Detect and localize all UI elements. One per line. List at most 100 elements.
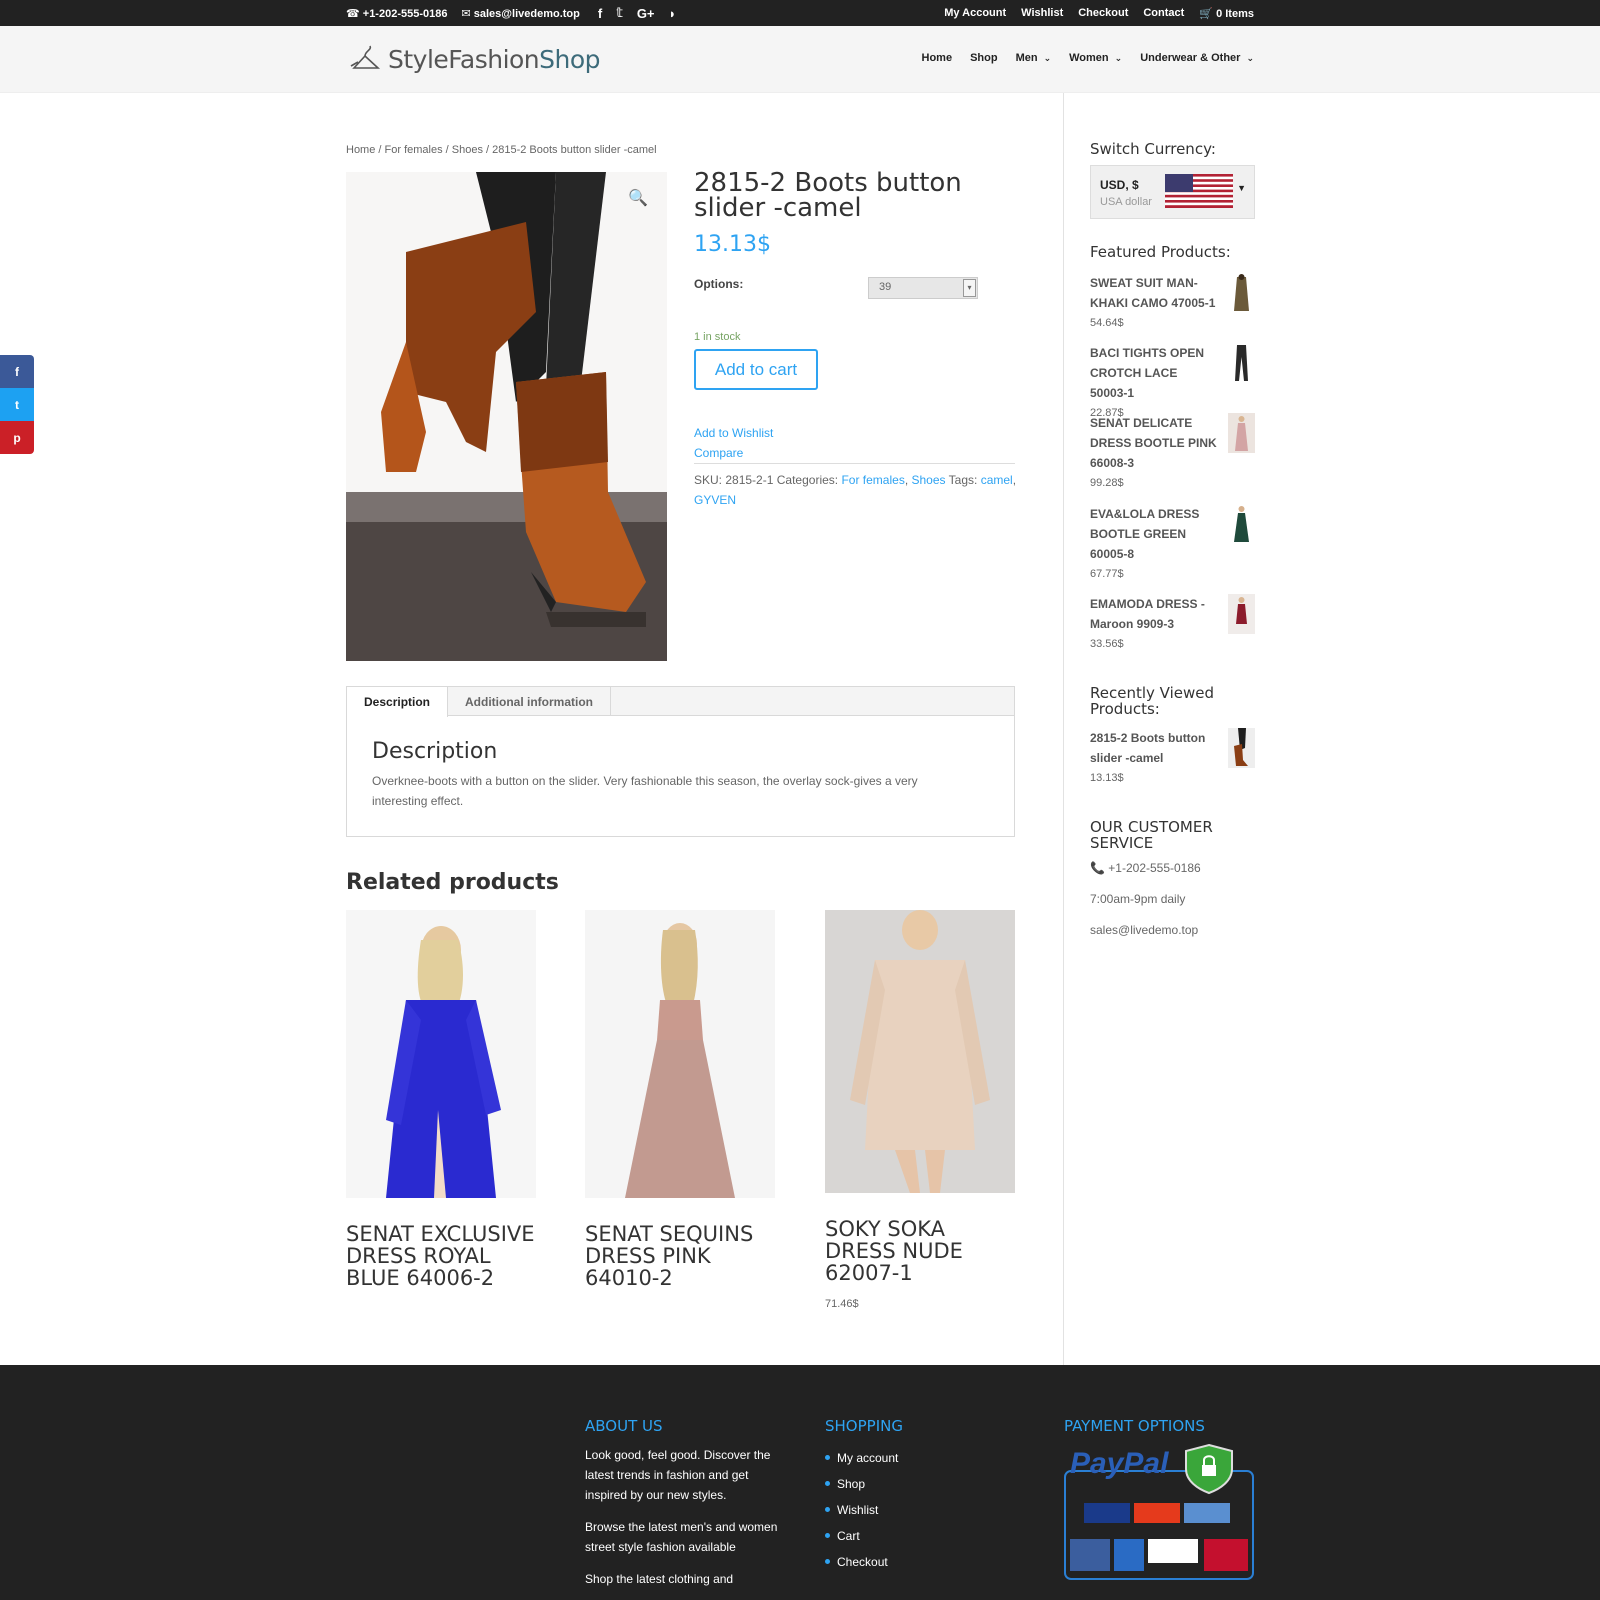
nav-underwear-other[interactable]: Underwear & Other ⌄: [1140, 52, 1254, 64]
featured-product-thumbnail: [1228, 504, 1255, 544]
related-product-name[interactable]: SENAT SEQUINS DRESS PINK 64010-2: [585, 1223, 775, 1289]
paypal-payment-badge: PayPal: [1064, 1443, 1254, 1580]
featured-product-item[interactable]: EMAMODA DRESS - Maroon 9909-3 33.56$: [1090, 594, 1255, 654]
category-link-shoes[interactable]: Shoes: [912, 473, 946, 487]
compare-link[interactable]: Compare: [694, 446, 743, 460]
nav-men-label: Men: [1015, 52, 1038, 64]
related-product-name[interactable]: SENAT EXCLUSIVE DRESS ROYAL BLUE 64006-2: [346, 1223, 536, 1289]
service-phone[interactable]: 📞 +1-202-555-0186: [1090, 861, 1201, 875]
twitter-icon[interactable]: 𝕥: [616, 5, 623, 21]
footer-link-shop[interactable]: Shop: [825, 1471, 1025, 1497]
featured-product-thumbnail: [1228, 273, 1255, 313]
nav-home[interactable]: Home: [922, 52, 953, 64]
featured-product-name[interactable]: EVA&LOLA DRESS BOOTLE GREEN 60005-8: [1090, 504, 1218, 564]
recently-viewed-name[interactable]: 2815-2 Boots button slider -camel: [1090, 728, 1218, 768]
nav-shop[interactable]: Shop: [970, 52, 998, 64]
featured-products-heading: Featured Products:: [1090, 243, 1231, 261]
featured-product-thumbnail: [1228, 594, 1255, 634]
tab-bar: Description Additional information: [347, 687, 1014, 717]
featured-product-item[interactable]: SENAT DELICATE DRESS BOOTLE PINK 66008-3…: [1090, 413, 1255, 493]
cart-link[interactable]: 🛒 0 Items: [1199, 7, 1254, 20]
footer-payment-heading: PAYMENT OPTIONS: [1064, 1417, 1205, 1435]
add-to-cart-button[interactable]: Add to cart: [694, 349, 818, 390]
nav-women-label: Women: [1069, 52, 1109, 64]
cart-icon: 🛒: [1199, 7, 1214, 20]
logo-hanger-icon: [350, 45, 381, 69]
top-link-contact[interactable]: Contact: [1143, 7, 1184, 19]
switch-currency-heading: Switch Currency:: [1090, 140, 1216, 158]
chevron-down-icon: ⌄: [1043, 52, 1052, 63]
caret-down-icon: ▼: [1237, 183, 1246, 193]
customer-service-heading: OUR CUSTOMER SERVICE: [1090, 818, 1213, 852]
facebook-icon[interactable]: f: [598, 6, 602, 21]
featured-product-name[interactable]: EMAMODA DRESS - Maroon 9909-3: [1090, 594, 1218, 634]
options-selected-value: 39: [879, 281, 892, 293]
featured-product-item[interactable]: EVA&LOLA DRESS BOOTLE GREEN 60005-8 67.7…: [1090, 504, 1255, 584]
product-meta: SKU: 2815-2-1 Categories: For females, S…: [694, 473, 1017, 507]
related-products-heading: Related products: [346, 870, 559, 895]
chevron-down-icon: ⌄: [1114, 52, 1123, 63]
related-product-image: [825, 910, 1015, 1193]
nav-women[interactable]: Women ⌄: [1069, 52, 1122, 64]
related-product-card[interactable]: SOKY SOKA DRESS NUDE 62007-1 71.46$: [825, 910, 1015, 1310]
share-facebook-icon[interactable]: f: [0, 355, 34, 388]
featured-product-name[interactable]: SWEAT SUIT MAN-KHAKI CAMO 47005-1: [1090, 273, 1218, 313]
featured-product-item[interactable]: SWEAT SUIT MAN-KHAKI CAMO 47005-1 54.64$: [1090, 273, 1255, 333]
meta-divider: [694, 463, 1015, 464]
product-tabs: Description Additional information Descr…: [346, 686, 1015, 837]
select-arrow-icon: ▾: [963, 279, 976, 297]
tab-panel-heading: Description: [372, 739, 498, 764]
footer-link-wishlist[interactable]: Wishlist: [825, 1497, 1025, 1523]
tab-additional-information[interactable]: Additional information: [448, 687, 612, 716]
featured-product-name[interactable]: BACI TIGHTS OPEN CROTCH LACE 50003-1: [1090, 343, 1218, 403]
tab-description[interactable]: Description: [347, 687, 449, 717]
sku-label: SKU:: [694, 473, 723, 487]
share-pinterest-icon[interactable]: p: [0, 421, 34, 454]
featured-product-price: 54.64$: [1090, 317, 1124, 329]
top-link-wishlist[interactable]: Wishlist: [1021, 7, 1063, 19]
chevron-down-icon: ⌄: [1246, 52, 1254, 63]
currency-switcher[interactable]: USD, $ USA dollar ▼: [1090, 165, 1255, 219]
footer-shopping-list: My account Shop Wishlist Cart Checkout: [825, 1445, 1025, 1575]
service-email[interactable]: sales@livedemo.top: [1090, 923, 1198, 937]
product-title: 2815-2 Boots button slider -camel: [694, 168, 962, 223]
phone-contact[interactable]: ☎ +1-202-555-0186: [346, 7, 447, 20]
tag-link-camel[interactable]: camel: [981, 473, 1013, 487]
google-plus-icon[interactable]: G+: [637, 6, 655, 21]
product-image[interactable]: [346, 172, 667, 661]
categories-label: Categories:: [776, 473, 839, 487]
featured-product-thumbnail: [1228, 413, 1255, 453]
category-link-for-females[interactable]: For females: [841, 473, 904, 487]
phone-text: +1-202-555-0186: [362, 7, 448, 20]
top-link-my-account[interactable]: My Account: [944, 7, 1006, 19]
nav-home-label: Home: [921, 52, 953, 64]
featured-product-name[interactable]: SENAT DELICATE DRESS BOOTLE PINK 66008-3: [1090, 413, 1218, 473]
tag-link-gyven[interactable]: GYVEN: [694, 493, 736, 507]
add-to-wishlist-link[interactable]: Add to Wishlist: [694, 426, 773, 440]
zoom-magnifier-icon[interactable]: 🔍: [628, 188, 648, 208]
featured-product-item[interactable]: BACI TIGHTS OPEN CROTCH LACE 50003-1 22.…: [1090, 343, 1255, 423]
footer-about-text-1: Look good, feel good. Discover the lates…: [585, 1448, 771, 1502]
top-link-checkout[interactable]: Checkout: [1078, 7, 1128, 19]
related-product-image: [585, 910, 775, 1198]
footer-about-text-2: Browse the latest men's and women street…: [585, 1520, 778, 1554]
footer-link-checkout[interactable]: Checkout: [825, 1549, 1025, 1575]
email-text: sales@livedemo.top: [473, 7, 580, 20]
related-product-name[interactable]: SOKY SOKA DRESS NUDE 62007-1: [825, 1218, 1015, 1284]
sku-value: 2815-2-1: [725, 473, 774, 487]
email-contact[interactable]: ✉ sales@livedemo.top: [461, 7, 579, 20]
share-twitter-icon[interactable]: t: [0, 388, 34, 421]
top-bar: ☎ +1-202-555-0186 ✉ sales@livedemo.top f…: [0, 0, 1600, 26]
breadcrumb[interactable]: Home / For females / Shoes / 2815-2 Boot…: [346, 144, 657, 156]
nav-men[interactable]: Men ⌄: [1016, 52, 1052, 64]
boots-photo: [346, 172, 667, 661]
rss-icon[interactable]: ◗: [669, 6, 677, 21]
stock-status: 1 in stock: [694, 331, 741, 343]
footer-link-my-account[interactable]: My account: [825, 1445, 1025, 1471]
footer-link-cart[interactable]: Cart: [825, 1523, 1025, 1549]
related-product-card[interactable]: SENAT EXCLUSIVE DRESS ROYAL BLUE 64006-2: [346, 910, 536, 1289]
recently-viewed-item[interactable]: 2815-2 Boots button slider -camel 13.13$: [1090, 728, 1255, 788]
options-select[interactable]: 39 ▾: [868, 277, 978, 299]
site-logo[interactable]: StyleFashionShop: [348, 42, 601, 76]
related-product-card[interactable]: SENAT SEQUINS DRESS PINK 64010-2: [585, 910, 775, 1289]
